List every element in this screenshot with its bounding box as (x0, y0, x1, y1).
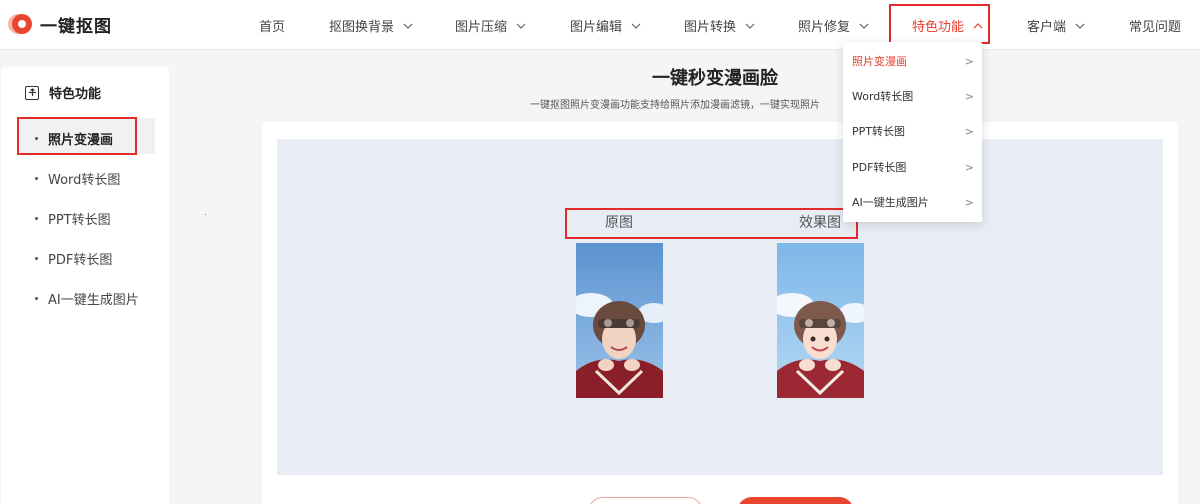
dropdown-item-ai-image[interactable]: AI一键生成图片 > (852, 194, 974, 210)
chevron-right-icon: > (964, 54, 974, 68)
bullet (35, 217, 38, 220)
bullet (35, 177, 38, 180)
chevron-down-icon (516, 23, 526, 29)
top-header: 一键抠图 首页 抠图换背景 图片压缩 图片编辑 图片转换 照片修复 特色功能 客… (0, 0, 1200, 50)
brand-logo[interactable]: 一键抠图 (6, 11, 112, 37)
nav-item-home[interactable]: 首页 (259, 16, 285, 35)
sidebar-item-word-long[interactable]: Word转长图 (35, 169, 120, 188)
chevron-right-icon: > (964, 160, 974, 174)
nav-item-compress[interactable]: 图片压缩 (455, 16, 527, 35)
nav-item-cutout[interactable]: 抠图换背景 (329, 16, 414, 35)
logo-icon (6, 11, 32, 37)
chevron-down-icon (1075, 23, 1085, 29)
page-title: 一键秒变漫画脸 (652, 68, 778, 89)
dropdown-item-photo-cartoon[interactable]: 照片变漫画 > (852, 53, 974, 69)
annotation-box-labels (565, 208, 858, 239)
feature-icon (25, 85, 39, 100)
chevron-right-icon: > (964, 195, 974, 209)
chevron-right-icon: > (964, 89, 974, 103)
sidebar-heading: 特色功能 (25, 83, 101, 102)
bullet (35, 297, 38, 300)
special-features-dropdown: 照片变漫画 > Word转长图 > PPT转长图 > PDF转长图 > AI一键… (843, 42, 982, 222)
page-subtitle: 一键抠图照片变漫画功能支持给照片添加漫画滤镜，一键实现照片 (530, 100, 820, 111)
chevron-down-icon (859, 23, 869, 29)
bullet (35, 257, 38, 260)
chevron-down-icon (631, 23, 641, 29)
nav-item-convert[interactable]: 图片转换 (684, 16, 756, 35)
nav-item-faq[interactable]: 常见问题 (1129, 16, 1181, 35)
sidebar: 特色功能 照片变漫画 Word转长图 PPT转长图 PDF转长图 AI一键生成图… (1, 67, 169, 504)
dropdown-item-pdf-long[interactable]: PDF转长图 > (852, 159, 974, 175)
effect-photo (777, 243, 864, 398)
dropdown-item-ppt-long[interactable]: PPT转长图 > (852, 123, 974, 139)
nav-item-client[interactable]: 客户端 (1027, 16, 1086, 35)
brand-name: 一键抠图 (40, 16, 112, 37)
chevron-right-icon: > (964, 124, 974, 138)
sidebar-item-pdf-long[interactable]: PDF转长图 (35, 249, 112, 268)
sidebar-item-ppt-long[interactable]: PPT转长图 (35, 209, 111, 228)
annotation-box-sidebar (17, 117, 137, 155)
primary-button[interactable] (737, 497, 854, 504)
chevron-down-icon (745, 23, 755, 29)
nav-item-edit[interactable]: 图片编辑 (570, 16, 642, 35)
stray-dot (205, 214, 206, 215)
nav-item-repair[interactable]: 照片修复 (798, 16, 870, 35)
chevron-down-icon (403, 23, 413, 29)
annotation-box-nav (889, 4, 990, 44)
dropdown-item-word-long[interactable]: Word转长图 > (852, 88, 974, 104)
preview-area (277, 139, 1163, 475)
secondary-button[interactable] (588, 497, 703, 504)
sidebar-item-ai-image[interactable]: AI一键生成图片 (35, 289, 139, 308)
original-photo (576, 243, 663, 398)
